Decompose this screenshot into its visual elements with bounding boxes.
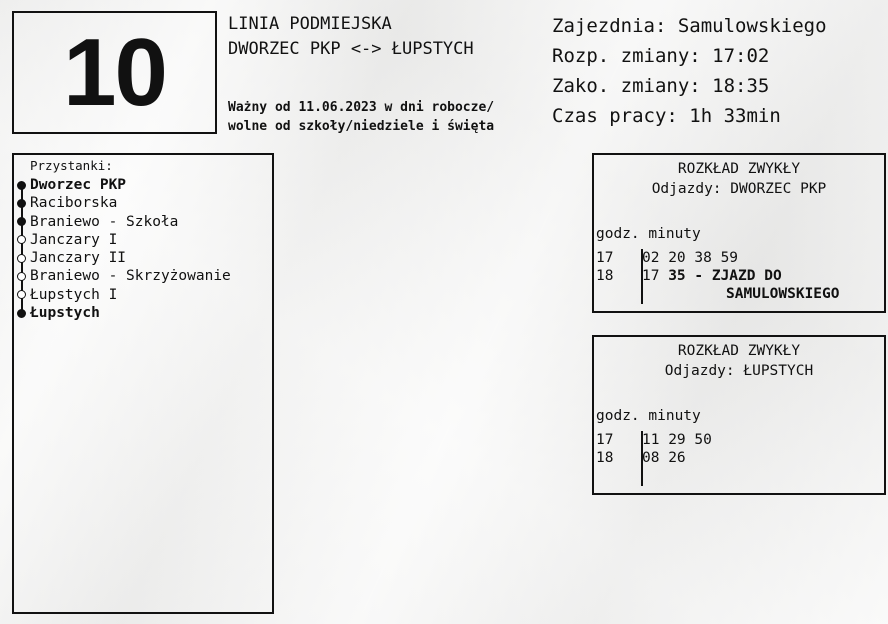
stop-label: Braniewo - Szkoła [30, 213, 179, 230]
stop-item: Dworzec PKP [14, 176, 231, 194]
depot-return-note-line-2: SAMULOWSKIEGO [726, 286, 840, 302]
minutes-cell: 02 20 38 59 [642, 250, 739, 266]
stop-marker-icon [17, 253, 26, 263]
timetable-row: 17 11 29 50 [596, 431, 886, 449]
timetable-title: ROZKŁAD ZWYKŁY Odjazdy: DWORZEC PKP [594, 159, 884, 199]
minutes-cell: 11 29 50 [642, 432, 712, 448]
validity-note: Ważny od 11.06.2023 w dni robocze/ wolne… [228, 98, 494, 136]
line-number: 10 [63, 18, 168, 126]
stop-label: Janczary I [30, 231, 118, 248]
timetable-direction: Odjazdy: DWORZEC PKP [651, 181, 827, 197]
timetable-grid: 17 02 20 38 59 18 17 35 - ZJAZD DO SAMUL… [596, 249, 886, 303]
stop-marker-icon [17, 198, 26, 208]
timetable-schedule-type: ROZKŁAD ZWYKŁY [677, 343, 801, 359]
hour-cell: 18 [596, 450, 614, 466]
timetable-dworzec-pkp: ROZKŁAD ZWYKŁY Odjazdy: DWORZEC PKP godz… [592, 153, 886, 313]
depot-return-note: 35 - ZJAZD DO [668, 268, 782, 284]
stop-marker-icon [17, 290, 26, 300]
timetable-header: godz. minuty [596, 408, 701, 424]
timetable-title: ROZKŁAD ZWYKŁY Odjazdy: ŁUPSTYCH [594, 341, 884, 381]
stop-marker-icon [17, 180, 26, 190]
shift-info: Zajezdnia: Samulowskiego Rozp. zmiany: 1… [552, 11, 827, 131]
stops-panel: Przystanki: Dworzec PKP Raciborska Brani… [12, 153, 274, 614]
stop-marker-icon [17, 308, 26, 318]
timetable-lupstych: ROZKŁAD ZWYKŁY Odjazdy: ŁUPSTYCH godz. m… [592, 335, 886, 495]
minutes-regular: 17 [642, 268, 660, 284]
stop-label: Dworzec PKP [30, 177, 127, 193]
route-header: LINIA PODMIEJSKA DWORZEC PKP <-> ŁUPSTYC… [228, 12, 474, 62]
stop-marker-icon [17, 235, 26, 245]
stop-item: Raciborska [14, 194, 231, 212]
route-type: LINIA PODMIEJSKA [228, 14, 392, 34]
stop-item: Janczary I [14, 231, 231, 249]
line-number-box: 10 [12, 11, 217, 134]
timetable-row: 17 02 20 38 59 [596, 249, 886, 267]
timetable-schedule-type: ROZKŁAD ZWYKŁY [677, 161, 801, 177]
stop-marker-icon [17, 271, 26, 281]
stop-label: Łupstych I [30, 286, 118, 303]
stop-label: Janczary II [30, 250, 127, 267]
hour-cell: 17 [596, 432, 614, 448]
route-name: DWORZEC PKP <-> ŁUPSTYCH [228, 39, 474, 59]
timetable-row: 18 08 26 [596, 449, 886, 467]
stop-marker-icon [17, 217, 26, 227]
work-time: Czas pracy: 1h 33min [552, 105, 781, 127]
timetable-grid: 17 11 29 50 18 08 26 [596, 431, 886, 467]
minutes-cell: 17 35 - ZJAZD DO [642, 267, 886, 285]
stop-item: Braniewo - Skrzyżowanie [14, 267, 231, 285]
stops-list: Dworzec PKP Raciborska Braniewo - Szkoła… [14, 176, 231, 322]
stop-item: Łupstych I [14, 286, 231, 304]
timetable-header: godz. minuty [596, 226, 701, 242]
timetable-row: 18 17 35 - ZJAZD DO [596, 267, 886, 285]
shift-start: Rozp. zmiany: 17:02 [552, 45, 770, 67]
hour-cell: 17 [596, 250, 614, 266]
stops-caption: Przystanki: [30, 158, 113, 173]
minutes-cell: 08 26 [642, 450, 686, 466]
stop-item: Braniewo - Szkoła [14, 213, 231, 231]
validity-line-1: Ważny od 11.06.2023 w dni robocze/ [228, 100, 495, 115]
shift-end: Zako. zmiany: 18:35 [552, 75, 770, 97]
stop-item: Janczary II [14, 249, 231, 267]
timetable-direction: Odjazdy: ŁUPSTYCH [664, 363, 814, 379]
stop-label: Braniewo - Skrzyżowanie [30, 268, 231, 285]
hour-cell: 18 [596, 268, 614, 284]
stop-label: Raciborska [30, 195, 118, 212]
depot-label: Zajezdnia: Samulowskiego [552, 15, 827, 37]
stop-label: Łupstych [30, 305, 100, 322]
timetable-row-continuation: SAMULOWSKIEGO [596, 285, 886, 303]
stop-item: Łupstych [14, 304, 231, 322]
validity-line-2: wolne od szkoły/niedziele i święta [228, 119, 495, 134]
